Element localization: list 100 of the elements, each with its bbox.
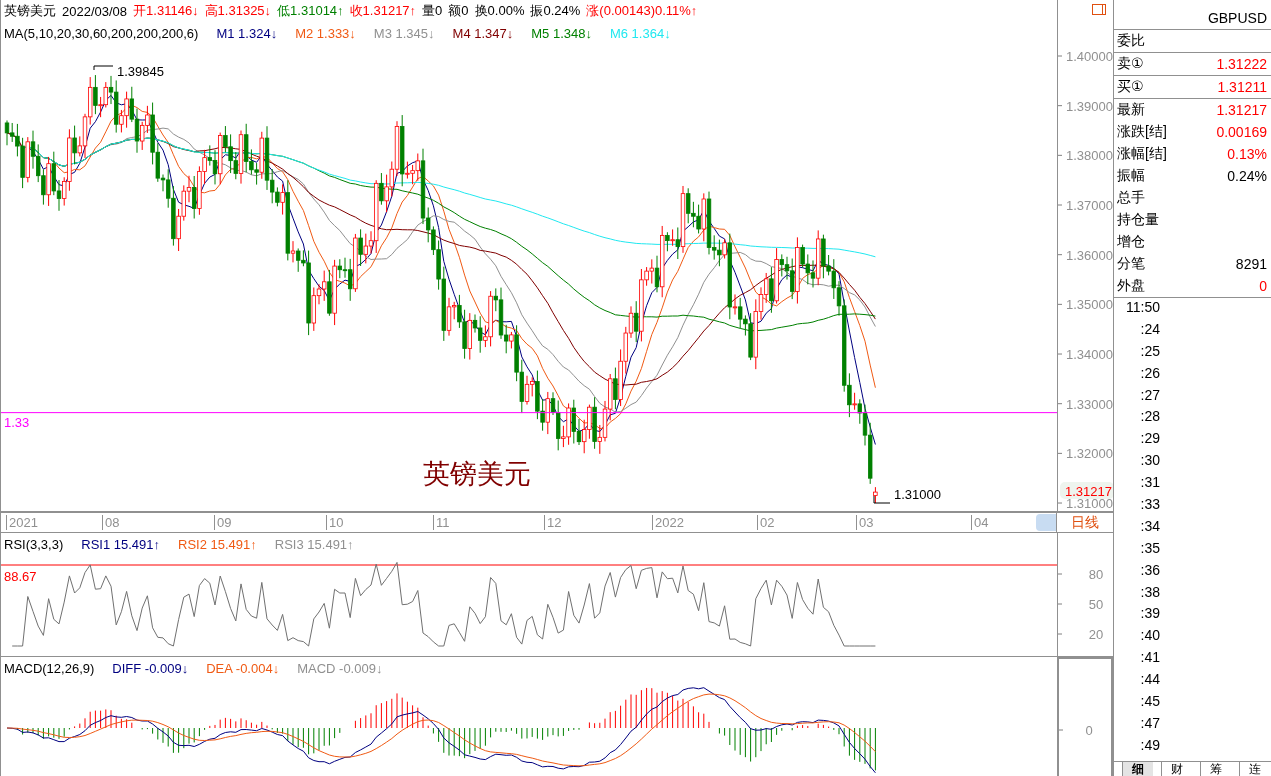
quote-field: 涨(0.00143)0.11%↑	[586, 2, 698, 20]
indicator-value: RSI2 15.491↑	[178, 536, 257, 552]
axis-label: 1.31000	[1066, 496, 1113, 511]
field-value: 1.31217	[1216, 102, 1267, 118]
tick-time: :34	[1139, 517, 1160, 536]
field-label: 卖①	[1117, 55, 1144, 73]
axis-label: 1.39000	[1066, 98, 1113, 114]
date-label: 08	[102, 515, 120, 530]
tick-time: :26	[1139, 364, 1160, 383]
quote-field: 量0	[422, 2, 443, 20]
field-label: 增仓	[1117, 233, 1145, 251]
field-label: 涨跌[结]	[1117, 123, 1167, 141]
axis-label: 1.34000	[1066, 347, 1113, 362]
tick-time: :39	[1139, 605, 1160, 624]
quote-field: 振0.24%	[530, 2, 581, 20]
indicator-value: RSI3 15.491↑	[274, 536, 354, 552]
leader-line	[93, 65, 114, 71]
tick-time: :29	[1139, 430, 1160, 449]
axis-label: 50	[1088, 597, 1104, 612]
chart-title: 英镑美元	[423, 459, 531, 489]
symbol-name: 英镑美元	[4, 2, 56, 20]
indicator-value: MACD -0.009↓	[297, 660, 383, 676]
field-label: 外盘	[1117, 277, 1145, 295]
panel-tab[interactable]: 细	[1122, 762, 1153, 776]
indicator-value: M3 1.345↓	[373, 25, 435, 41]
field-label: 分笔	[1117, 255, 1145, 273]
tick-time: :30	[1139, 452, 1160, 471]
tick-time: :35	[1139, 539, 1160, 558]
date-label: 2021	[6, 515, 38, 530]
indicator-value: M2 1.333↓	[295, 25, 356, 41]
tick-time: :44	[1139, 671, 1160, 690]
tick-time: :33	[1139, 496, 1160, 514]
date-label: 04	[971, 515, 989, 530]
field-value: 0.24%	[1227, 168, 1267, 184]
low-price-label: 1.31000	[894, 487, 941, 502]
axis-label: 1.36000	[1066, 247, 1113, 263]
tick-time: :28	[1139, 408, 1160, 427]
high-price-label: 1.39845	[117, 64, 164, 79]
indicator-label: MACD(12,26,9)	[4, 660, 95, 676]
tick-time: :27	[1139, 386, 1160, 405]
field-value: 1.31211	[1217, 79, 1267, 95]
field-label: 振幅	[1117, 167, 1145, 185]
last-price-tag: 1.31217	[1060, 482, 1113, 499]
tick-time: :38	[1139, 583, 1160, 602]
axis-label: 1.35000	[1066, 297, 1113, 313]
date-label: 10	[326, 515, 344, 530]
field-label: 买①	[1117, 78, 1144, 96]
field-value: 1.31222	[1216, 56, 1267, 72]
date-label: 11	[433, 515, 450, 530]
indicator-value: M1 1.324↓	[216, 25, 278, 41]
tick-time: 11:50	[1125, 299, 1160, 317]
axis-label: 1.37000	[1066, 198, 1113, 213]
date-label: 09	[214, 515, 232, 530]
tick-time: :40	[1139, 627, 1160, 646]
field-label: 最新	[1117, 101, 1145, 119]
tick-time: :36	[1139, 561, 1160, 580]
quote-field: 换0.00%	[474, 2, 525, 20]
tick-time: :24	[1139, 320, 1160, 339]
field-label: 委比	[1117, 32, 1145, 50]
quote-field: 收1.31217↑	[349, 2, 417, 20]
date-label: 03	[856, 515, 874, 530]
quote-date: 2022/03/08	[62, 3, 128, 19]
indicator-value: M5 1.348↓	[531, 25, 592, 41]
axis-label: 80	[1088, 567, 1104, 582]
indicator-label: MA(5,10,20,30,60,200,200,200,6)	[4, 25, 199, 41]
quote-field: 低1.31014↑	[277, 2, 344, 20]
level-label: 88.67	[4, 569, 37, 584]
axis-label: 1.38000	[1066, 148, 1113, 164]
axis-label: 1.40000	[1066, 49, 1113, 64]
date-label: 12	[544, 515, 562, 530]
quote-field: 额0	[448, 2, 469, 20]
symbol-code: GBPUSD	[1114, 0, 1271, 30]
indicator-value: RSI1 15.491↑	[81, 536, 161, 552]
tick-time: :41	[1139, 649, 1160, 668]
quote-field: 开1.31146↓	[133, 2, 199, 20]
field-label: 持仓量	[1117, 211, 1159, 229]
indicator-value: M4 1.347↓	[452, 25, 514, 41]
scroll-handle	[1036, 514, 1057, 531]
field-label: 总手	[1117, 189, 1145, 207]
date-label: 2022	[652, 515, 684, 530]
price-level-label: 1.33	[4, 414, 30, 430]
tick-time: :45	[1139, 693, 1160, 712]
field-value: 0.13%	[1227, 146, 1267, 162]
indicator-label: RSI(3,3,3)	[4, 536, 64, 552]
window-icon	[1092, 4, 1106, 15]
leader-line	[873, 495, 891, 504]
axis-label: 1.33000	[1066, 396, 1113, 412]
axis-label: 1.32000	[1066, 446, 1113, 462]
field-label: 涨幅[结]	[1117, 145, 1167, 163]
indicator-value: DIFF -0.009↓	[112, 660, 189, 676]
axis-label: 0	[1085, 723, 1093, 738]
axis-label: 20	[1088, 627, 1104, 642]
field-value: 8291	[1235, 256, 1267, 272]
indicator-value: M6 1.364↓	[609, 25, 671, 41]
quote-field: 高1.31325↓	[204, 2, 272, 20]
field-value: 0	[1259, 278, 1267, 294]
period-label: 日线	[1071, 513, 1099, 532]
tick-time: :25	[1139, 342, 1160, 361]
tick-time: :49	[1139, 736, 1160, 755]
tick-time: :47	[1139, 714, 1160, 733]
